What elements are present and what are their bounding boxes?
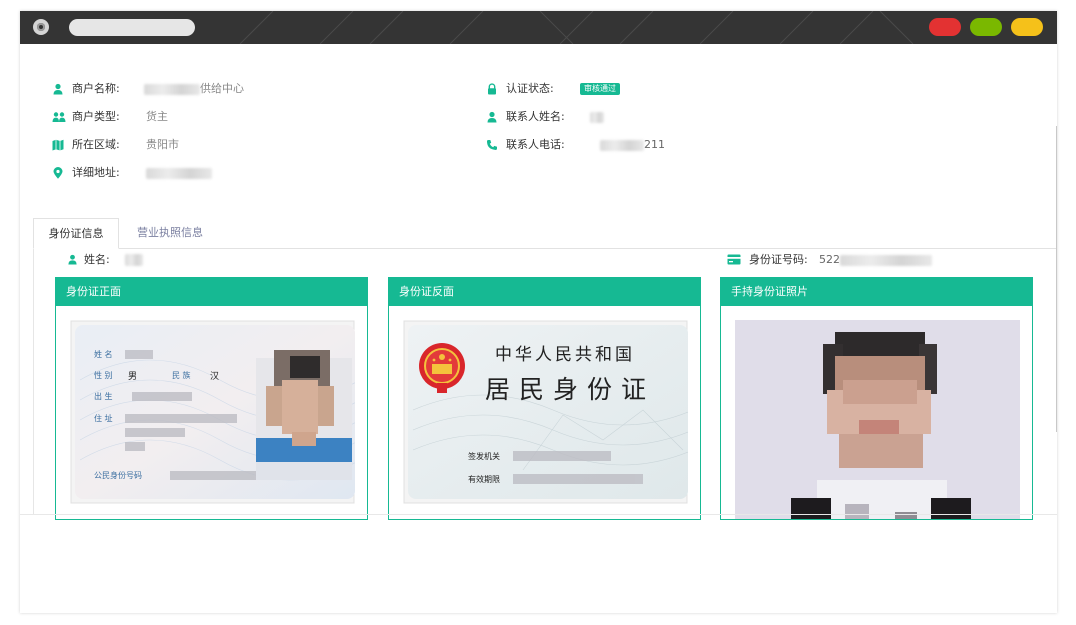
id-number-row: 身份证号码: 522 (727, 252, 957, 268)
id-name-label: 姓名: (84, 253, 110, 266)
front-portrait (256, 350, 352, 480)
contact-name-value (590, 109, 604, 125)
address-value-wrap (146, 165, 212, 181)
back-title-country: 中华人民共和国 (495, 345, 635, 365)
contact-phone-value: 211 (644, 138, 665, 151)
id-number-value: 522 (819, 253, 840, 266)
tab-business-license-info[interactable]: 营业执照信息 (125, 218, 215, 248)
region-row: 所在区域: 贵阳市 (52, 137, 312, 153)
address-label: 详细地址: (72, 166, 120, 179)
tab-bar: 身份证信息 营业执照信息 (33, 218, 1057, 249)
merchant-type-value: 货主 (146, 110, 168, 123)
merchant-name-value: 供给中心 (200, 82, 244, 95)
title-bar (20, 11, 1057, 44)
merchant-name-value-wrap: 供给中心 (144, 81, 244, 97)
redacted-text (840, 254, 932, 266)
maximize-window-button[interactable] (970, 18, 1002, 36)
address-row: 详细地址: (52, 165, 312, 181)
page-content: 商户名称: 供给中心 商户类型: 货主 所在区域: 贵阳市 详细地址: 认证状态… (20, 44, 1057, 520)
tab-id-card-info[interactable]: 身份证信息 (33, 218, 119, 249)
phone-icon (487, 140, 497, 150)
id-number-label: 身份证号码: (749, 253, 808, 266)
auth-status-label: 认证状态: (506, 82, 554, 95)
front-label-sex: 性 别 (94, 370, 113, 380)
region-value: 贵阳市 (146, 138, 179, 151)
minimize-window-button[interactable] (1011, 18, 1043, 36)
contact-phone-label: 联系人电话: (506, 138, 565, 151)
contact-phone-row: 联系人电话: 211 (486, 137, 746, 153)
front-label-ethnic: 民 族 (172, 370, 191, 380)
id-back-title: 身份证反面 (389, 278, 700, 306)
auth-status-row: 认证状态: 审核通过 (486, 81, 746, 97)
id-front-title: 身份证正面 (56, 278, 367, 306)
contact-name-row: 联系人姓名: (486, 109, 746, 125)
redacted-text (590, 111, 604, 123)
id-back-card: 身份证反面 中华人民共和国 居民身份证 签发机关 有效期限 (388, 277, 701, 520)
scrollbar-track[interactable] (1056, 126, 1057, 432)
merchant-type-row: 商户类型: 货主 (52, 109, 312, 125)
address-bar[interactable] (69, 19, 195, 36)
user-icon (487, 111, 497, 123)
front-label-address: 住 址 (94, 413, 113, 423)
merchant-name-label: 商户名称: (72, 82, 120, 95)
front-label-birth: 出 生 (94, 391, 113, 401)
merchant-name-row: 商户名称: 供给中心 (52, 81, 312, 97)
region-label: 所在区域: (72, 138, 120, 151)
user-icon (53, 83, 63, 95)
handheld-photo[interactable] (735, 320, 1020, 520)
back-title-id: 居民身份证 (485, 375, 655, 404)
lock-icon (488, 83, 496, 95)
content-bottom-border (20, 514, 1057, 515)
redacted-text (125, 254, 143, 266)
redacted-text (146, 167, 212, 179)
handheld-title: 手持身份证照片 (721, 278, 1032, 306)
front-label-id-number: 公民身份号码 (94, 470, 142, 480)
id-front-card: 身份证正面 姓 名 性 别 民 族 出 生 住 址 公民身份号码 男 汉 (55, 277, 368, 520)
id-name-value (125, 252, 143, 268)
map-icon (52, 139, 64, 151)
id-card-icon (727, 254, 741, 265)
id-front-image[interactable]: 姓 名 性 别 民 族 出 生 住 址 公民身份号码 男 汉 (70, 320, 355, 504)
front-ethnic-value: 汉 (210, 371, 219, 382)
redacted-text (144, 83, 200, 95)
handheld-id-card: 手持身份证照片 (720, 277, 1033, 520)
close-window-button[interactable] (929, 18, 961, 36)
id-number-value-wrap: 522 (819, 252, 932, 268)
location-pin-icon (53, 167, 63, 179)
users-icon (52, 112, 66, 122)
id-back-image[interactable]: 中华人民共和国 居民身份证 签发机关 有效期限 (403, 320, 688, 504)
front-sex-value: 男 (128, 371, 137, 382)
browser-window: 商户名称: 供给中心 商户类型: 货主 所在区域: 贵阳市 详细地址: 认证状态… (20, 11, 1057, 613)
id-name-row: 姓名: (67, 252, 207, 268)
back-label-validity: 有效期限 (468, 474, 500, 484)
redacted-text (600, 139, 644, 151)
contact-name-label: 联系人姓名: (506, 110, 565, 123)
app-icon (33, 19, 49, 35)
user-icon (68, 254, 77, 265)
back-label-authority: 签发机关 (468, 451, 500, 461)
contact-phone-value-wrap: 211 (600, 137, 665, 153)
auth-status-badge: 审核通过 (580, 83, 620, 95)
merchant-type-label: 商户类型: (72, 110, 120, 123)
front-label-name: 姓 名 (94, 349, 113, 359)
